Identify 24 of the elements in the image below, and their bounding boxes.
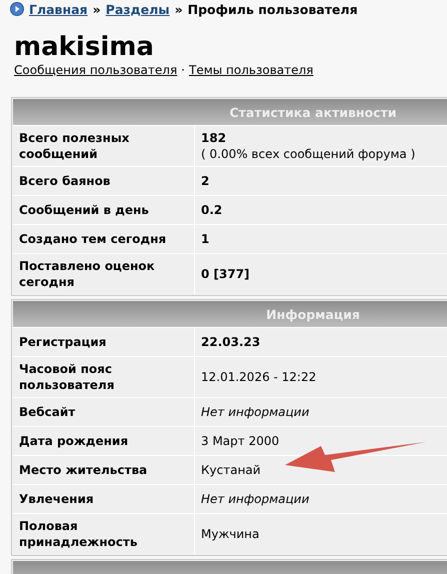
section-title: Статистика активности bbox=[229, 104, 396, 120]
link-separator: · bbox=[181, 63, 185, 77]
breadcrumb-link[interactable]: Разделы bbox=[106, 2, 170, 16]
username-title: makisima bbox=[14, 32, 155, 62]
field-value: Мужчина bbox=[201, 526, 260, 542]
field-note: ( 0.00% всех сообщений форума ) bbox=[201, 146, 416, 162]
field-value: 3 Март 2000 bbox=[201, 433, 280, 449]
field-value: 1 bbox=[201, 231, 210, 247]
field-value: 182 bbox=[201, 130, 228, 146]
field-value: 12.01.2026 - 12:22 bbox=[201, 369, 318, 385]
breadcrumb-separator: » bbox=[92, 2, 101, 16]
section-title: Информация bbox=[266, 306, 360, 322]
field-value: 0.2 bbox=[201, 202, 224, 218]
field-value: 22.03.23 bbox=[201, 334, 262, 350]
field-value: 2 bbox=[201, 173, 210, 189]
breadcrumb-current: Профиль пользователя bbox=[188, 2, 358, 16]
field-value: Нет информации bbox=[201, 404, 310, 420]
field-value: 0 [377] bbox=[201, 266, 251, 282]
user-link[interactable]: Сообщения пользователя bbox=[14, 63, 178, 77]
breadcrumb-link[interactable]: Главная bbox=[29, 2, 88, 16]
breadcrumb-separator: » bbox=[174, 2, 183, 16]
field-value: Кустанай bbox=[201, 462, 262, 478]
field-value: Нет информации bbox=[201, 491, 310, 507]
user-link[interactable]: Темы пользователя bbox=[189, 63, 314, 77]
